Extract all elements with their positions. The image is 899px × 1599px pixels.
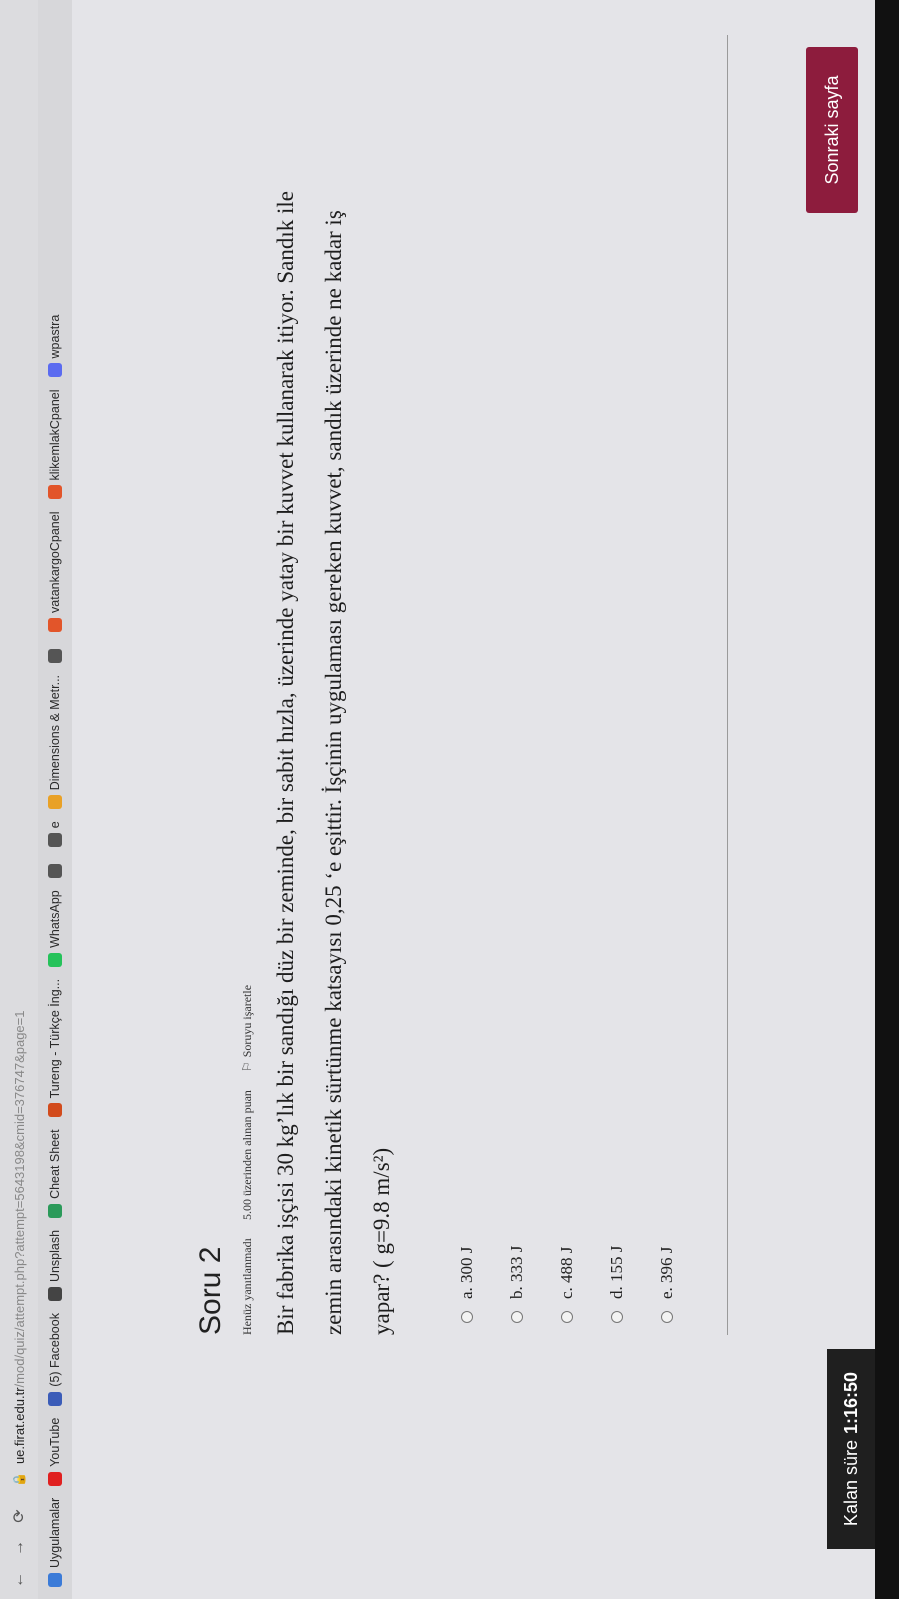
- cpanel-icon: [48, 617, 62, 632]
- question-text: Bir fabrika işçisi 30 kg’lık bir sandığı…: [273, 191, 394, 1335]
- time-remaining-value: 1:16:50: [840, 1371, 861, 1434]
- quiz-page: Soru 2 Henüz yanıtlanmadı 5.00 üzerinden…: [72, 0, 899, 1599]
- question-status: Henüz yanıtlanmadı: [240, 1238, 254, 1335]
- flag-question-link[interactable]: ⚐ Soruyu işaretle: [240, 967, 255, 1072]
- bookmark-label: YouTube: [48, 1417, 62, 1467]
- answer-option-label: b. 333 J: [507, 1245, 526, 1299]
- bookmark-label: Uygulamalar: [48, 1497, 62, 1568]
- reload-icon[interactable]: ⟳: [6, 1503, 32, 1529]
- flag-icon: ⚐: [240, 1061, 254, 1073]
- radio-button[interactable]: [461, 1311, 473, 1323]
- bookmark-item[interactable]: Tureng - Türkçe İng...: [48, 979, 62, 1118]
- bookmark-label: klikemlakCpanel: [48, 389, 62, 481]
- bookmark-item[interactable]: (5) Facebook: [48, 1313, 62, 1406]
- bookmark-label: vatankargoCpanel: [48, 511, 62, 613]
- divider: [727, 35, 728, 1335]
- dimensions-icon: [48, 795, 62, 810]
- bookmarks-bar: Uygulamalar YouTube (5) Facebook Unsplash Ch…: [38, 0, 73, 1599]
- globe-icon: [48, 864, 62, 879]
- answer-option-label: a. 300 J: [457, 1246, 476, 1299]
- radio-button[interactable]: [611, 1311, 623, 1323]
- browser-window: ← → ⟳ 🔒 ue.firat.edu.tr /mod/quiz/attemp…: [0, 0, 899, 1599]
- back-icon[interactable]: ←: [6, 1567, 32, 1593]
- forward-icon[interactable]: →: [6, 1535, 32, 1561]
- bookmark-label: Cheat Sheet: [48, 1129, 62, 1199]
- bookmark-label: e: [48, 821, 62, 829]
- bookmark-label: Unsplash: [48, 1229, 62, 1283]
- astra-icon: [48, 363, 62, 378]
- checkmark-icon: [48, 1203, 62, 1218]
- time-remaining-label: Kalan süre: [840, 1440, 861, 1527]
- globe-icon: [48, 833, 62, 848]
- bookmark-label: (5) Facebook: [48, 1313, 62, 1387]
- question-title: Soru 2: [194, 1246, 227, 1335]
- answer-option[interactable]: d. 155 J: [592, 1246, 642, 1323]
- bookmark-item[interactable]: e: [48, 821, 62, 848]
- bookmark-item[interactable]: Cheat Sheet: [48, 1129, 62, 1218]
- question-points: 5.00 üzerinden alınan puan: [240, 1090, 254, 1221]
- cpanel-icon: [48, 485, 62, 500]
- lock-icon: 🔒: [12, 1472, 26, 1487]
- radio-button[interactable]: [661, 1311, 673, 1323]
- answer-option[interactable]: e. 396 J: [642, 1246, 692, 1323]
- bookmark-item[interactable]: wpastra: [48, 315, 62, 378]
- bookmark-label: WhatsApp: [48, 890, 62, 948]
- globe-icon: [48, 648, 62, 663]
- photo-frame: ← → ⟳ 🔒 ue.firat.edu.tr /mod/quiz/attemp…: [0, 0, 899, 1599]
- unsplash-icon: [48, 1287, 62, 1302]
- bookmark-item[interactable]: Unsplash: [48, 1229, 62, 1302]
- youtube-icon: [48, 1471, 62, 1486]
- url-path: /mod/quiz/attempt.php?attempt=5643198&cm…: [11, 1010, 27, 1388]
- url-host: ue.firat.edu.tr: [11, 1387, 27, 1465]
- answer-option[interactable]: a. 300 J: [442, 1246, 492, 1323]
- url-field[interactable]: 🔒 ue.firat.edu.tr /mod/quiz/attempt.php?…: [12, 1011, 27, 1487]
- facebook-icon: [48, 1391, 62, 1406]
- answer-options: a. 300 J b. 333 J c. 488 J d. 155 J e. 396 J: [442, 1246, 692, 1323]
- answer-option[interactable]: b. 333 J: [492, 1246, 542, 1323]
- radio-button[interactable]: [511, 1311, 523, 1323]
- address-bar-row: ← → ⟳ 🔒 ue.firat.edu.tr /mod/quiz/attemp…: [0, 0, 38, 1599]
- radio-button[interactable]: [561, 1311, 573, 1323]
- bookmark-item[interactable]: YouTube: [48, 1418, 62, 1486]
- flag-question-label: Soruyu işaretle: [240, 984, 254, 1058]
- answer-option-label: c. 488 J: [557, 1246, 576, 1299]
- tureng-icon: [48, 1103, 62, 1118]
- bookmark-label: wpastra: [48, 314, 62, 359]
- bookmark-item[interactable]: vatankargoCpanel: [48, 512, 62, 632]
- whatsapp-icon: [48, 952, 62, 967]
- bookmark-item[interactable]: [48, 859, 62, 879]
- bookmark-item[interactable]: Uygulamalar: [48, 1498, 62, 1587]
- bookmark-item[interactable]: Dimensions & Metr...: [48, 674, 62, 810]
- answer-option[interactable]: c. 488 J: [542, 1246, 592, 1323]
- next-page-button[interactable]: Sonraki sayfa: [806, 47, 858, 213]
- apps-grid-icon: [48, 1573, 62, 1587]
- question-info: Henüz yanıtlanmadı 5.00 üzerinden alınan…: [240, 949, 255, 1335]
- time-remaining: Kalan süre 1:16:50: [827, 1349, 875, 1549]
- answer-option-label: e. 396 J: [657, 1246, 676, 1299]
- bookmark-item[interactable]: WhatsApp: [48, 890, 62, 967]
- screen-bezel: [875, 0, 899, 1599]
- bookmark-item[interactable]: [48, 644, 62, 663]
- answer-option-label: d. 155 J: [607, 1245, 626, 1299]
- bookmark-label: Dimensions & Metr...: [48, 674, 62, 791]
- bookmark-label: Tureng - Türkçe İng...: [48, 978, 62, 1099]
- bookmark-item[interactable]: klikemlakCpanel: [48, 389, 62, 500]
